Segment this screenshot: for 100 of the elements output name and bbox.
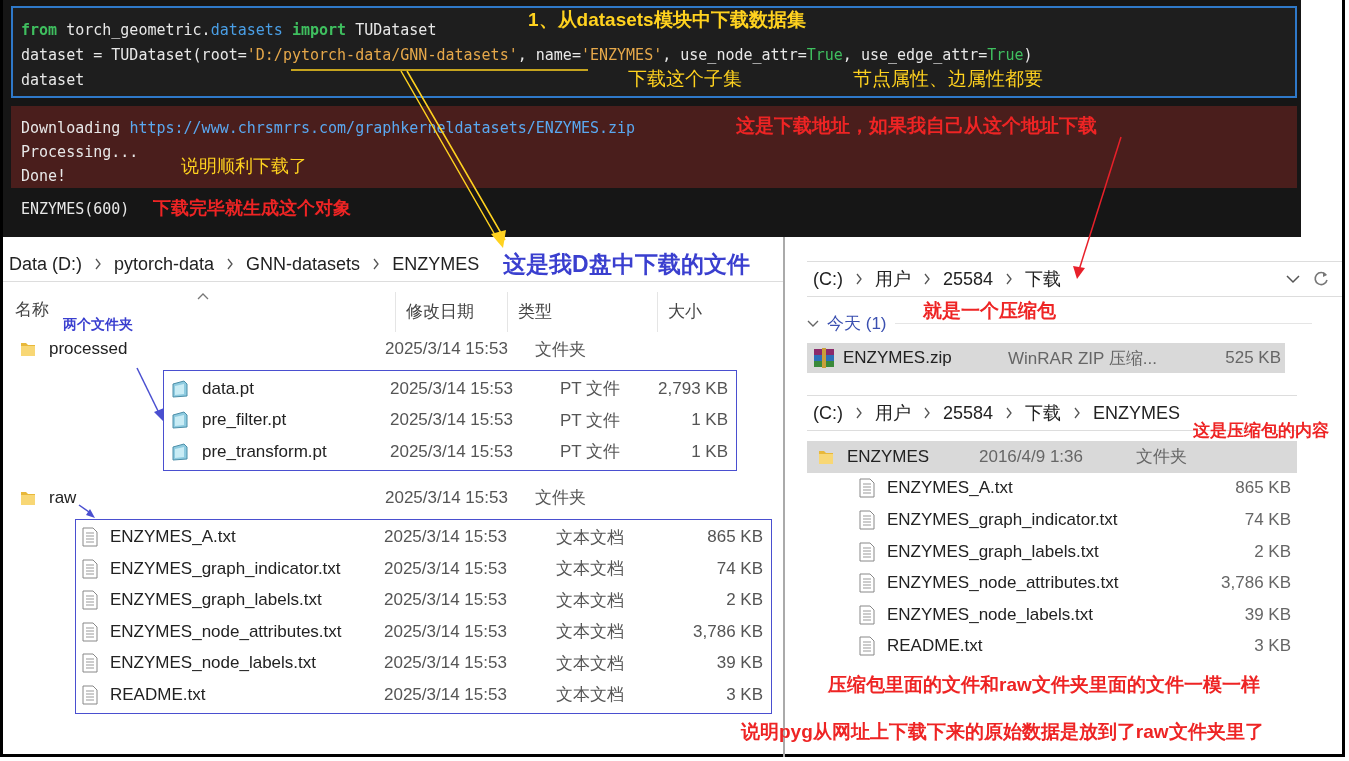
column-header[interactable]: 修改日期	[406, 302, 474, 321]
file-row[interactable]: ENZYMES_graph_indicator.txt 74 KB	[807, 504, 1297, 536]
annotation-text: 压缩包里面的文件和raw文件夹里面的文件一模一样	[828, 675, 1260, 696]
annotation-text: 就是一个压缩包	[923, 301, 1056, 322]
file-name[interactable]: pre_transform.pt	[202, 441, 327, 462]
output-line: Downloading	[21, 118, 122, 139]
output-result: ENZYMES(600)	[21, 200, 130, 218]
modified-date: 2025/3/14 15:53	[384, 653, 508, 674]
breadcrumb-item[interactable]: (C:)	[813, 268, 843, 290]
file-size: 2 KB	[725, 590, 764, 611]
file-type: 文本文档	[556, 526, 625, 549]
file-type: 文件夹	[1136, 446, 1187, 469]
file-name[interactable]: ENZYMES_A.txt	[110, 527, 236, 548]
file-type: 文本文档	[556, 589, 625, 612]
modified-date: 2025/3/14 15:53	[390, 441, 514, 462]
file-size: 1 KB	[690, 410, 729, 431]
file-name[interactable]: ENZYMES_A.txt	[887, 478, 1013, 499]
file-name[interactable]: ENZYMES_node_attributes.txt	[887, 573, 1119, 594]
file-type: PT 文件	[560, 441, 622, 464]
file-row[interactable]: ENZYMES_A.txt 865 KB	[807, 472, 1297, 505]
breadcrumb-item[interactable]: 下载	[1025, 267, 1062, 291]
output-line: Done!	[21, 166, 67, 187]
modified-date: 2025/3/14 15:53	[384, 590, 508, 611]
file-type: 文本文档	[556, 558, 625, 581]
file-name[interactable]: ENZYMES_node_labels.txt	[887, 604, 1093, 625]
annotation-text: 这是下载地址，如果我自己从这个地址下载	[736, 116, 1097, 137]
file-size: 3 KB	[725, 684, 764, 705]
modified-date: 2025/3/14 15:53	[384, 527, 508, 548]
file-row[interactable]: ENZYMES_node_labels.txt 39 KB	[807, 598, 1297, 631]
file-size: 2 KB	[1254, 541, 1292, 562]
file-type: 文件夹	[535, 487, 586, 509]
code-line: dataset	[21, 70, 85, 91]
breadcrumb-item[interactable]: Data (D:)	[9, 253, 82, 275]
column-header[interactable]: 大小	[668, 302, 702, 321]
breadcrumb-item[interactable]: 下载	[1025, 401, 1062, 425]
file-row[interactable]: ENZYMES.zip WinRAR ZIP 压缩... 525 KB	[807, 343, 1285, 373]
file-size: 865 KB	[706, 527, 764, 548]
breadcrumb-item[interactable]: ENZYMES	[1093, 402, 1181, 424]
address-bar[interactable]: (C:) 用户 25584 下载	[807, 261, 1342, 297]
file-type: PT 文件	[560, 378, 622, 401]
breadcrumb-item[interactable]: (C:)	[813, 402, 843, 424]
file-size: 865 KB	[1235, 478, 1292, 499]
modified-date: 2025/3/14 15:53	[384, 621, 508, 642]
file-type: 文件夹	[535, 338, 586, 361]
breadcrumb-item[interactable]: 25584	[943, 402, 994, 424]
output-line: Processing...	[21, 142, 139, 163]
file-size: 74 KB	[715, 558, 764, 579]
file-row[interactable]: ENZYMES_node_attributes.txt 3,786 KB	[807, 567, 1297, 599]
file-name[interactable]: ENZYMES_graph_labels.txt	[887, 541, 1099, 562]
file-type: 文本文档	[556, 684, 625, 707]
breadcrumb-item[interactable]: 用户	[875, 267, 911, 291]
file-name[interactable]: raw	[49, 487, 77, 508]
file-size: 525 KB	[1224, 348, 1282, 368]
column-header[interactable]: 类型	[518, 302, 552, 321]
column-header[interactable]: 名称	[15, 300, 49, 319]
annotation-text: 两个文件夹	[63, 317, 133, 333]
file-size: 3 KB	[1254, 636, 1292, 657]
file-size: 2,793 KB	[657, 378, 729, 399]
modified-date: 2025/3/14 15:53	[385, 487, 509, 508]
annotation-text: 说明顺利下载了	[181, 157, 307, 177]
group-header[interactable]: 今天 (1)	[827, 311, 887, 335]
file-name[interactable]: ENZYMES.zip	[843, 348, 952, 368]
file-type: WinRAR ZIP 压缩...	[1008, 347, 1158, 370]
file-name[interactable]: processed	[49, 339, 128, 359]
file-row[interactable]: ENZYMES_graph_labels.txt 2 KB	[807, 535, 1297, 568]
file-row[interactable]: README.txt 3 KB	[807, 630, 1297, 663]
file-size: 39 KB	[1244, 604, 1292, 625]
modified-date: 2025/3/14 15:53	[385, 339, 509, 359]
file-name[interactable]: ENZYMES_graph_indicator.txt	[887, 510, 1118, 530]
file-size: 3,786 KB	[1221, 573, 1292, 594]
modified-date: 2025/3/14 15:53	[384, 684, 508, 705]
code-line: from torch_geometric.datasets import TUDataset	[21, 20, 437, 41]
file-name[interactable]: README.txt	[887, 636, 983, 657]
annotation-text: 这是我D盘中下载的文件	[503, 252, 750, 278]
file-type: 文本文档	[556, 652, 625, 675]
file-name[interactable]: ENZYMES	[847, 446, 930, 467]
breadcrumb-item[interactable]: pytorch-data	[114, 253, 215, 275]
file-name[interactable]: ENZYMES_graph_labels.txt	[110, 590, 322, 611]
file-name[interactable]: data.pt	[202, 378, 254, 399]
file-row[interactable]: ENZYMES 2016/4/9 1:36 文件夹	[807, 441, 1297, 473]
annotation-text: 1、从datasets模块中下载数据集	[528, 10, 806, 31]
annotation-text: 下载完毕就生成这个对象	[153, 199, 351, 219]
file-name[interactable]: ENZYMES_graph_indicator.txt	[110, 558, 341, 579]
modified-date: 2025/3/14 15:53	[390, 410, 514, 431]
breadcrumb-item[interactable]: 用户	[875, 401, 911, 425]
file-name[interactable]: ENZYMES_node_labels.txt	[110, 653, 316, 674]
breadcrumb-item[interactable]: GNN-datasets	[246, 253, 361, 275]
breadcrumb-item[interactable]: 25584	[943, 268, 994, 290]
file-name[interactable]: ENZYMES_node_attributes.txt	[110, 621, 342, 642]
code-line: dataset = TUDataset(root='D:/pytorch-data/GNN-datasets', name='ENZYMES', use_node_attr=True, use_edge_attr=True)	[21, 45, 1033, 66]
file-name[interactable]: pre_filter.pt	[202, 410, 287, 431]
file-name[interactable]: README.txt	[110, 684, 206, 705]
annotation-text: 说明pyg从网址上下载下来的原始数据是放到了raw文件夹里了	[741, 722, 1264, 743]
modified-date: 2016/4/9 1:36	[979, 446, 1084, 467]
modified-date: 2025/3/14 15:53	[390, 378, 514, 399]
file-size: 39 KB	[715, 653, 764, 674]
modified-date: 2025/3/14 15:53	[384, 558, 508, 579]
file-size: 3,786 KB	[692, 621, 764, 642]
annotation-text: 节点属性、边属性都要	[853, 69, 1043, 90]
breadcrumb-item[interactable]: ENZYMES	[392, 253, 480, 275]
